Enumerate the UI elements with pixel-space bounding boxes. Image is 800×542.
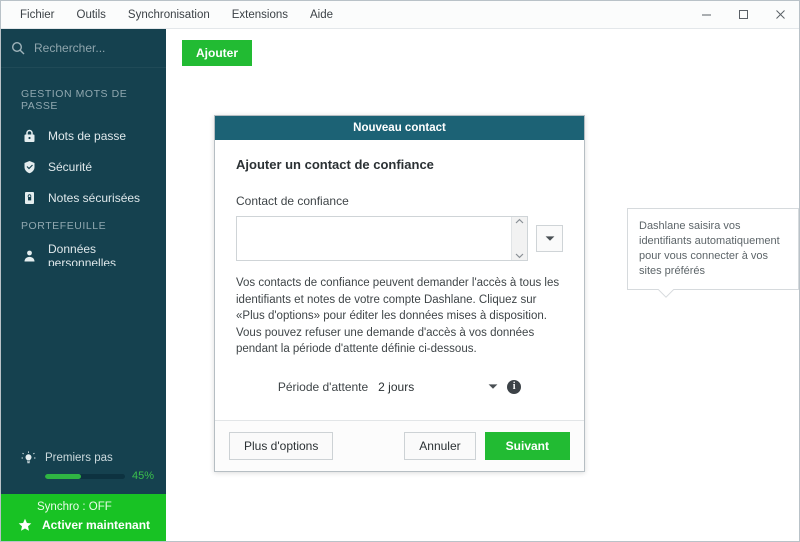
menu-fichier[interactable]: Fichier: [9, 5, 66, 25]
sidebar-item-label: Sécurité: [48, 159, 93, 174]
close-icon[interactable]: [762, 1, 799, 28]
sidebar-item-notes-securisees[interactable]: Notes sécurisées: [1, 182, 166, 213]
search-box[interactable]: Rechercher...: [1, 29, 166, 68]
next-button[interactable]: Suivant: [484, 431, 570, 460]
section-label-passwords: GESTION MOTS DE PASSE: [21, 88, 128, 112]
add-button[interactable]: Ajouter: [182, 40, 252, 66]
star-icon: [17, 517, 33, 533]
dialog-title: Nouveau contact: [215, 116, 584, 140]
menu-aide[interactable]: Aide: [299, 5, 344, 25]
dialog-footer: Plus d'options Annuler Suivant: [215, 419, 584, 471]
sidebar-item-label: Notes sécurisées: [48, 190, 141, 205]
menu-extensions[interactable]: Extensions: [221, 5, 299, 25]
sidebar-item-donnees-personnelles[interactable]: Données personnelles: [1, 240, 166, 266]
first-steps-row: Premiers pas: [13, 450, 154, 466]
first-steps-progress: 45%: [13, 470, 154, 482]
trusted-contact-row: [236, 216, 563, 261]
sidebar-item-label: Données personnelles: [48, 241, 117, 266]
search-input[interactable]: Rechercher...: [34, 41, 105, 55]
progress-track: [45, 473, 125, 479]
titlebar: Fichier Outils Synchronisation Extension…: [1, 1, 799, 29]
sync-status: Synchro : OFF: [37, 501, 112, 513]
window-controls: [688, 1, 799, 28]
sidebar: Rechercher... GESTION MOTS DE PASSE Mots…: [1, 29, 166, 541]
new-contact-dialog: Nouveau contact Ajouter un contact de co…: [214, 115, 585, 472]
footer-actions: Annuler Suivant: [404, 431, 570, 460]
maximize-icon[interactable]: [725, 1, 762, 28]
sync-footer[interactable]: Synchro : OFF Activer maintenant: [1, 494, 166, 541]
chevron-down-icon[interactable]: [515, 252, 524, 259]
app-window: Fichier Outils Synchronisation Extension…: [0, 0, 800, 542]
progress-fill: [45, 473, 81, 479]
tooltip-text: Dashlane saisira vos identifiants automa…: [639, 220, 780, 277]
cancel-button[interactable]: Annuler: [404, 431, 476, 460]
trusted-contact-label: Contact de confiance: [236, 194, 349, 208]
lightbulb-icon: [20, 450, 36, 466]
caret-down-icon: [545, 236, 554, 241]
activate-sync-label: Activer maintenant: [42, 518, 151, 532]
chevron-up-icon[interactable]: [515, 218, 524, 225]
dialog-heading: Ajouter un contact de confiance: [236, 157, 434, 172]
waiting-period-label: Période d'attente: [277, 379, 369, 394]
lock-icon: [21, 128, 37, 144]
caret-down-icon[interactable]: [488, 383, 498, 390]
dialog-description: Vos contacts de confiance peuvent demand…: [236, 277, 560, 355]
sidebar-nav: GESTION MOTS DE PASSE Mots de passe Sécu…: [1, 68, 166, 266]
autofill-tooltip: Dashlane saisira vos identifiants automa…: [627, 208, 799, 290]
menu-outils[interactable]: Outils: [66, 5, 117, 25]
sidebar-item-mots-de-passe[interactable]: Mots de passe: [1, 120, 166, 151]
contact-dropdown-button[interactable]: [536, 225, 563, 252]
textarea-scrollbar[interactable]: [511, 217, 527, 260]
menu-synchronisation[interactable]: Synchronisation: [117, 5, 221, 25]
first-steps-panel[interactable]: Premiers pas 45%: [1, 450, 166, 494]
minimize-icon[interactable]: [688, 1, 725, 28]
activate-sync-button[interactable]: Activer maintenant: [1, 517, 166, 533]
secure-note-icon: [21, 190, 37, 206]
first-steps-label: Premiers pas: [45, 452, 113, 464]
search-icon: [11, 41, 25, 55]
main-content: Ajouter tre compte éder à vos données. D…: [166, 29, 799, 541]
menu-bar: Fichier Outils Synchronisation Extension…: [1, 5, 344, 25]
tooltip-arrow: [658, 289, 674, 298]
waiting-period-select[interactable]: 2 jours: [378, 380, 498, 394]
sidebar-item-label: Mots de passe: [48, 128, 127, 143]
waiting-period-row: Période d'attente 2 jours i: [236, 379, 563, 394]
app-body: Rechercher... GESTION MOTS DE PASSE Mots…: [1, 29, 799, 541]
trusted-contact-input[interactable]: [237, 217, 511, 260]
info-icon[interactable]: i: [507, 379, 522, 394]
toolbar: Ajouter: [166, 29, 799, 77]
section-label-wallet: PORTEFEUILLE: [21, 220, 107, 232]
more-options-button[interactable]: Plus d'options: [229, 431, 334, 460]
dialog-body: Ajouter un contact de confiance Contact …: [215, 140, 584, 420]
progress-percent: 45%: [131, 470, 154, 482]
sidebar-item-securite[interactable]: Sécurité: [1, 151, 166, 182]
shield-icon: [21, 159, 37, 175]
waiting-period-value: 2 jours: [378, 379, 415, 394]
trusted-contact-input-wrap[interactable]: [236, 216, 528, 261]
person-icon: [21, 248, 37, 264]
